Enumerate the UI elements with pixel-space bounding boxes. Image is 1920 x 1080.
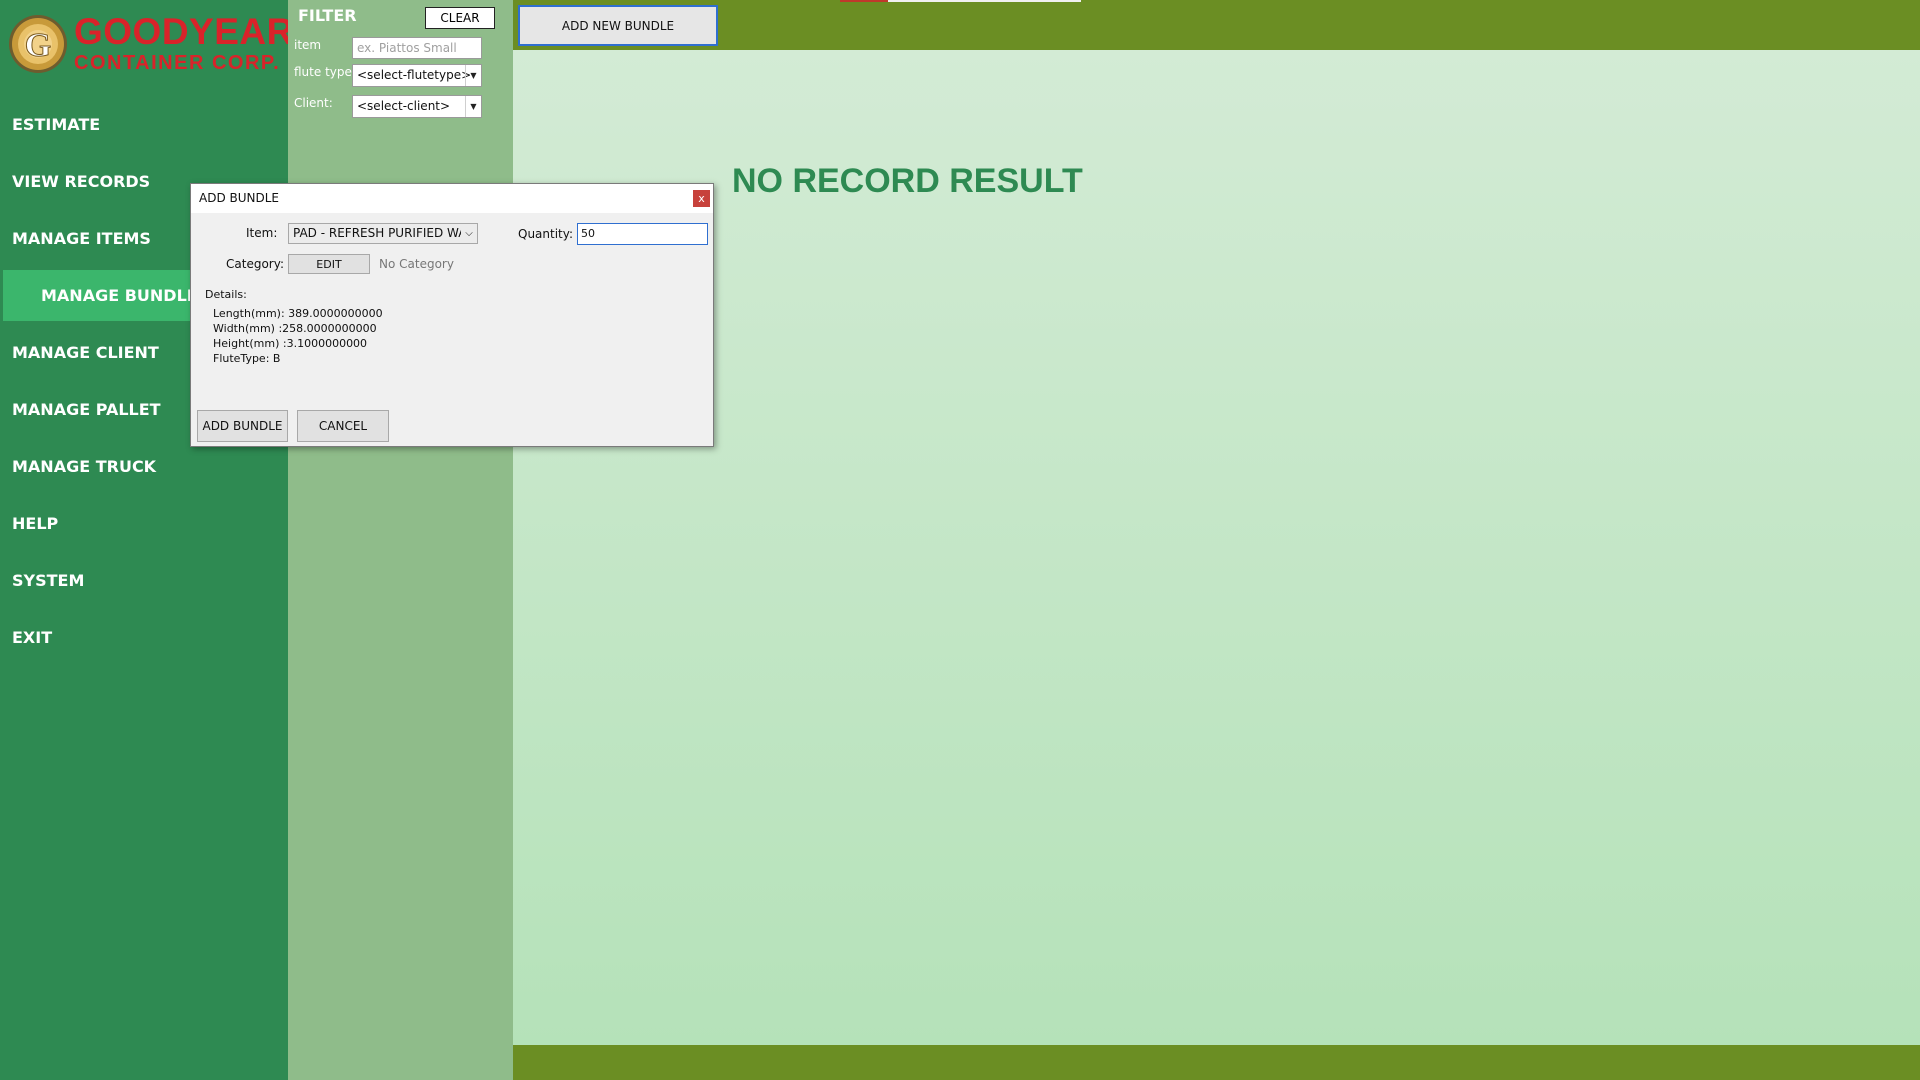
category-value: No Category bbox=[379, 257, 454, 271]
top-bar bbox=[513, 0, 1920, 50]
item-filter-input[interactable]: ex. Piattos Small bbox=[352, 37, 482, 59]
detail-height: Height(mm) :3.1000000000 bbox=[213, 337, 368, 350]
brand-name: GOODYEAR CONTAINER CORP. bbox=[74, 11, 294, 75]
client-filter-label: Client: bbox=[294, 96, 333, 110]
nav-item-help[interactable]: HELP bbox=[0, 495, 288, 552]
dropdown-arrow-icon: ▼ bbox=[465, 65, 481, 86]
svg-text:G: G bbox=[25, 27, 51, 64]
dialog-titlebar: ADD BUNDLE x bbox=[191, 184, 713, 213]
item-filter-label: item bbox=[294, 38, 322, 52]
gear-logo-icon: G bbox=[9, 15, 67, 73]
detail-flute-type: FluteType: B bbox=[213, 352, 281, 365]
add-bundle-button[interactable]: ADD BUNDLE bbox=[197, 410, 288, 442]
clear-filter-button[interactable]: CLEAR bbox=[425, 7, 495, 29]
top-accent-red bbox=[840, 0, 888, 2]
details-label: Details: bbox=[205, 288, 247, 301]
dialog-title: ADD BUNDLE bbox=[199, 191, 280, 205]
detail-width: Width(mm) :258.0000000000 bbox=[213, 322, 377, 335]
nav-item-system[interactable]: SYSTEM bbox=[0, 552, 288, 609]
company-logo: G GOODYEAR CONTAINER CORP. bbox=[8, 8, 293, 82]
filter-panel: FILTER CLEAR item ex. Piattos Small flut… bbox=[288, 0, 513, 1080]
item-label: Item: bbox=[246, 226, 278, 240]
close-icon[interactable]: x bbox=[693, 190, 710, 207]
flute-type-label: flute type: bbox=[294, 65, 356, 79]
cancel-button[interactable]: CANCEL bbox=[297, 410, 389, 442]
add-new-bundle-button[interactable]: ADD NEW BUNDLE bbox=[518, 5, 718, 46]
flute-type-select[interactable]: <select-flutetype> ▼ bbox=[352, 64, 482, 87]
top-accent-white bbox=[888, 0, 1081, 2]
nav-item-estimate[interactable]: ESTIMATE bbox=[0, 96, 288, 153]
quantity-label: Quantity: bbox=[518, 227, 574, 241]
brand-line1: GOODYEAR bbox=[74, 11, 294, 52]
flute-type-value: <select-flutetype> bbox=[357, 68, 472, 82]
filter-title: FILTER bbox=[298, 6, 357, 25]
item-select[interactable]: PAD - REFRESH PURIFIED WATEI ⌵ bbox=[288, 223, 478, 244]
nav-item-exit[interactable]: EXIT bbox=[0, 609, 288, 666]
item-select-value: PAD - REFRESH PURIFIED WATEI bbox=[293, 226, 478, 240]
dropdown-arrow-icon: ▼ bbox=[465, 96, 481, 117]
quantity-input[interactable]: 50 bbox=[577, 223, 708, 245]
chevron-down-icon: ⌵ bbox=[461, 224, 477, 243]
edit-category-button[interactable]: EDIT bbox=[288, 254, 370, 274]
bottom-bar bbox=[513, 1045, 1920, 1080]
main-content bbox=[513, 50, 1920, 1045]
add-bundle-dialog: ADD BUNDLE x Item: PAD - REFRESH PURIFIE… bbox=[190, 183, 714, 447]
detail-length: Length(mm): 389.0000000000 bbox=[213, 307, 383, 320]
client-select[interactable]: <select-client> ▼ bbox=[352, 95, 482, 118]
empty-state-message: NO RECORD RESULT bbox=[732, 162, 1083, 200]
client-value: <select-client> bbox=[357, 99, 451, 113]
category-label: Category: bbox=[226, 257, 284, 271]
brand-line2: CONTAINER CORP. bbox=[74, 52, 281, 74]
sidebar: G GOODYEAR CONTAINER CORP. ESTIMATE VIEW… bbox=[0, 0, 293, 1080]
